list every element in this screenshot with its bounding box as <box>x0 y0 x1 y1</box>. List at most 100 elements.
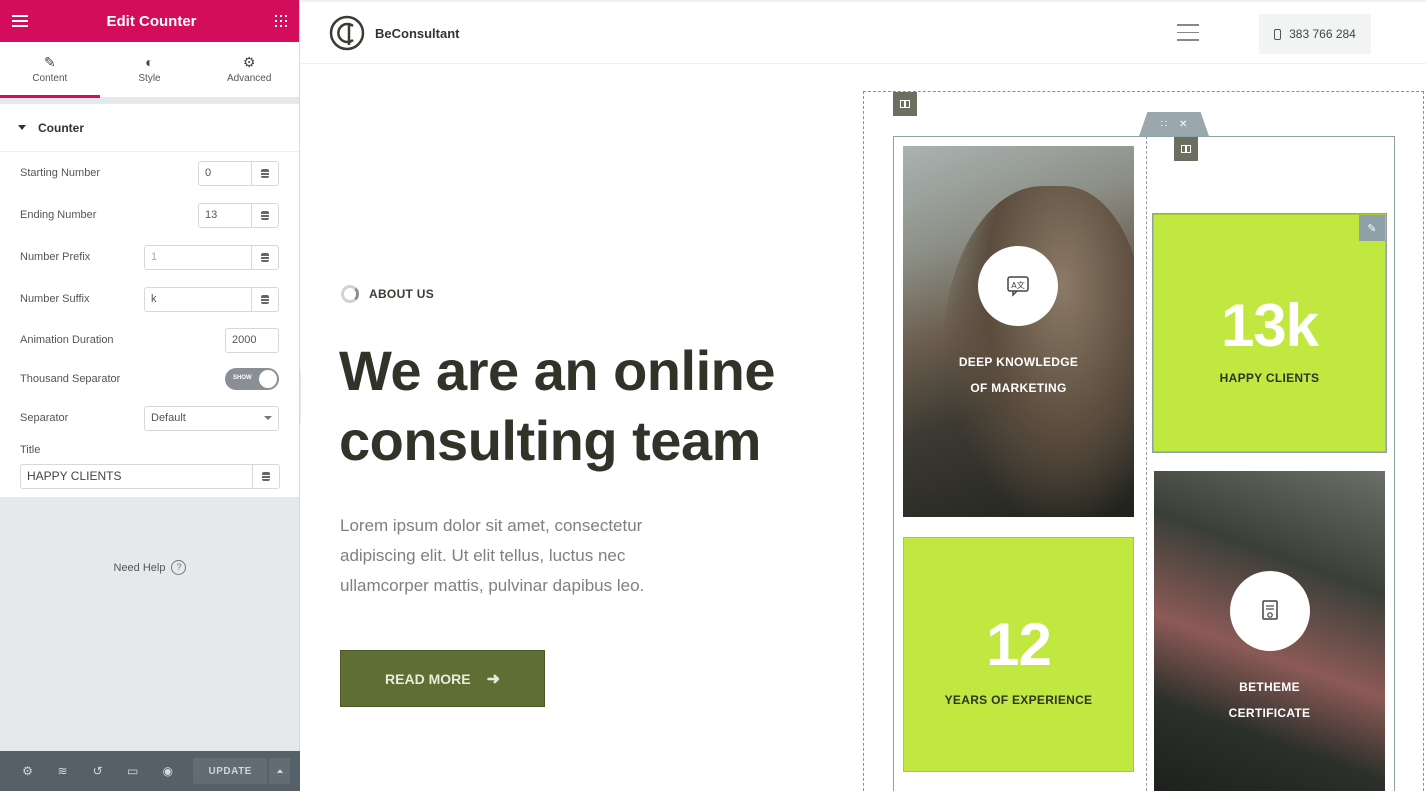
hamburger-menu-icon[interactable] <box>1177 24 1199 41</box>
number-prefix-field[interactable]: 1 <box>144 244 279 270</box>
panel-tabs: ✎ Content ◐ Style ⚙ Advanced <box>0 42 299 98</box>
number-prefix-label: Number Prefix <box>20 251 91 263</box>
widgets-grid-icon[interactable] <box>275 15 287 27</box>
read-more-button[interactable]: READ MORE ➜ <box>340 650 545 707</box>
dropdown-arrow-icon <box>264 416 272 420</box>
animation-duration-field[interactable]: 2000 <box>225 327 279 353</box>
section-handle-icon[interactable] <box>893 92 917 116</box>
pencil-icon: ✎ <box>43 54 56 70</box>
database-icon <box>262 472 270 481</box>
separator-value: Default <box>151 412 186 424</box>
knowledge-card: A文 DEEP KNOWLEDGE OF MARKETING <box>903 146 1134 517</box>
separator-label: Separator <box>20 412 69 424</box>
logo-mark-icon <box>329 15 365 51</box>
translate-icon: A文 <box>978 246 1058 326</box>
arrow-right-icon: ➜ <box>486 670 500 688</box>
ending-number-control: Ending Number 13 <box>0 194 299 236</box>
question-icon: ? <box>171 560 187 575</box>
tab-advanced-label: Advanced <box>226 73 272 84</box>
column-divider <box>1146 136 1147 791</box>
update-options-button[interactable] <box>269 758 290 784</box>
knowledge-line1: DEEP KNOWLEDGE <box>958 355 1079 369</box>
drag-handle-icon[interactable]: ∷ <box>1161 119 1167 130</box>
settings-icon[interactable]: ⚙ <box>10 764 45 778</box>
history-icon[interactable]: ↺ <box>80 764 115 778</box>
brand-name: BeConsultant <box>375 25 460 41</box>
number-suffix-label: Number Suffix <box>20 293 90 305</box>
dynamic-tags-button[interactable] <box>251 287 278 311</box>
layers-icon[interactable]: ≋ <box>45 764 80 778</box>
section-toolbar[interactable]: ∷ ✕ <box>1139 112 1209 136</box>
thousand-separator-label: Thousand Separator <box>20 373 121 385</box>
phone-button[interactable]: 383 766 284 <box>1259 14 1371 54</box>
title-field[interactable]: HAPPY CLIENTS <box>20 464 280 489</box>
lead-paragraph: Lorem ipsum dolor sit amet, consectetur … <box>340 516 645 595</box>
ring-icon <box>341 285 359 303</box>
separator-control: Separator Default <box>0 398 299 438</box>
need-help-label: Need Help <box>113 561 166 574</box>
number-suffix-value[interactable]: k <box>145 288 251 311</box>
half-circle-icon: ◐ <box>145 54 154 70</box>
number-prefix-placeholder[interactable]: 1 <box>145 246 251 269</box>
title-label: Title <box>20 444 41 456</box>
translate-glyph-icon: A文 <box>1007 276 1029 297</box>
site-header: BeConsultant 383 766 284 <box>301 0 1426 64</box>
animation-duration-control: Animation Duration 2000 <box>0 320 299 360</box>
tab-content-label: Content <box>32 73 68 84</box>
database-icon <box>261 168 269 178</box>
years-experience-counter[interactable]: 12 YEARS OF EXPERIENCE <box>903 537 1134 772</box>
page-headline: We are an online consulting team <box>339 339 775 472</box>
editor-panel: Edit Counter ✎ Content ◐ Style ⚙ Advance… <box>0 0 300 791</box>
tab-style-label: Style <box>138 73 161 84</box>
site-logo[interactable]: BeConsultant <box>329 15 460 51</box>
certificate-icon <box>1230 571 1310 651</box>
separator-select[interactable]: Default <box>144 405 279 431</box>
toggle-state-label: SHOW <box>233 375 252 381</box>
title-value[interactable]: HAPPY CLIENTS <box>21 465 252 488</box>
column-handle-icon[interactable] <box>1174 137 1198 161</box>
panel-title: Edit Counter <box>106 12 197 30</box>
panel-header: Edit Counter <box>0 0 299 42</box>
app-window: Edit Counter ✎ Content ◐ Style ⚙ Advance… <box>0 0 1426 791</box>
ending-number-label: Ending Number <box>20 209 97 221</box>
number-prefix-control: Number Prefix 1 <box>0 236 299 278</box>
tab-style[interactable]: ◐ Style <box>100 42 200 97</box>
years-number: 12 <box>986 611 1052 678</box>
svg-text:A文: A文 <box>1011 280 1024 290</box>
responsive-mode-icon[interactable]: ▭ <box>115 764 150 778</box>
site-preview: BeConsultant 383 766 284 ABOUT US We are… <box>301 0 1426 791</box>
database-icon <box>261 210 269 220</box>
starting-number-field[interactable]: 0 <box>198 160 279 186</box>
section-title: Counter <box>38 120 84 135</box>
title-control: Title HAPPY CLIENTS <box>0 438 299 489</box>
happy-clients-counter[interactable]: ✎ 13k HAPPY CLIENTS <box>1152 213 1387 453</box>
counter-section-toggle[interactable]: Counter <box>0 104 299 152</box>
certificate-card: BETHEME CERTIFICATE <box>1154 471 1385 791</box>
edit-widget-pencil-icon[interactable]: ✎ <box>1359 215 1385 241</box>
knowledge-line2: OF MARKETING <box>970 381 1067 395</box>
dynamic-tags-button[interactable] <box>252 465 279 488</box>
tab-advanced[interactable]: ⚙ Advanced <box>199 42 299 97</box>
dynamic-tags-button[interactable] <box>251 203 278 227</box>
preview-eye-icon[interactable]: ◉ <box>150 764 185 778</box>
ending-number-value[interactable]: 13 <box>199 204 251 227</box>
animation-duration-value[interactable]: 2000 <box>226 329 262 352</box>
dynamic-tags-button[interactable] <box>251 161 278 185</box>
thousand-separator-toggle[interactable]: SHOW <box>225 368 279 390</box>
menu-icon[interactable] <box>12 15 28 27</box>
close-icon[interactable]: ✕ <box>1179 119 1187 130</box>
starting-number-value[interactable]: 0 <box>199 162 251 185</box>
number-suffix-field[interactable]: k <box>144 286 279 312</box>
ending-number-field[interactable]: 13 <box>198 202 279 228</box>
kicker-label: ABOUT US <box>369 287 435 301</box>
number-suffix-control: Number Suffix k <box>0 278 299 320</box>
certificate-line1: BETHEME <box>1239 680 1300 694</box>
certificate-line2: CERTIFICATE <box>1228 706 1311 720</box>
happy-clients-number: 13k <box>1220 292 1319 359</box>
tab-content[interactable]: ✎ Content <box>0 42 100 98</box>
update-button[interactable]: UPDATE <box>193 758 268 784</box>
dynamic-tags-button[interactable] <box>251 245 278 269</box>
years-label: YEARS OF EXPERIENCE <box>944 693 1093 707</box>
need-help-link[interactable]: Need Help ? <box>0 560 300 575</box>
phone-number: 383 766 284 <box>1289 27 1356 41</box>
